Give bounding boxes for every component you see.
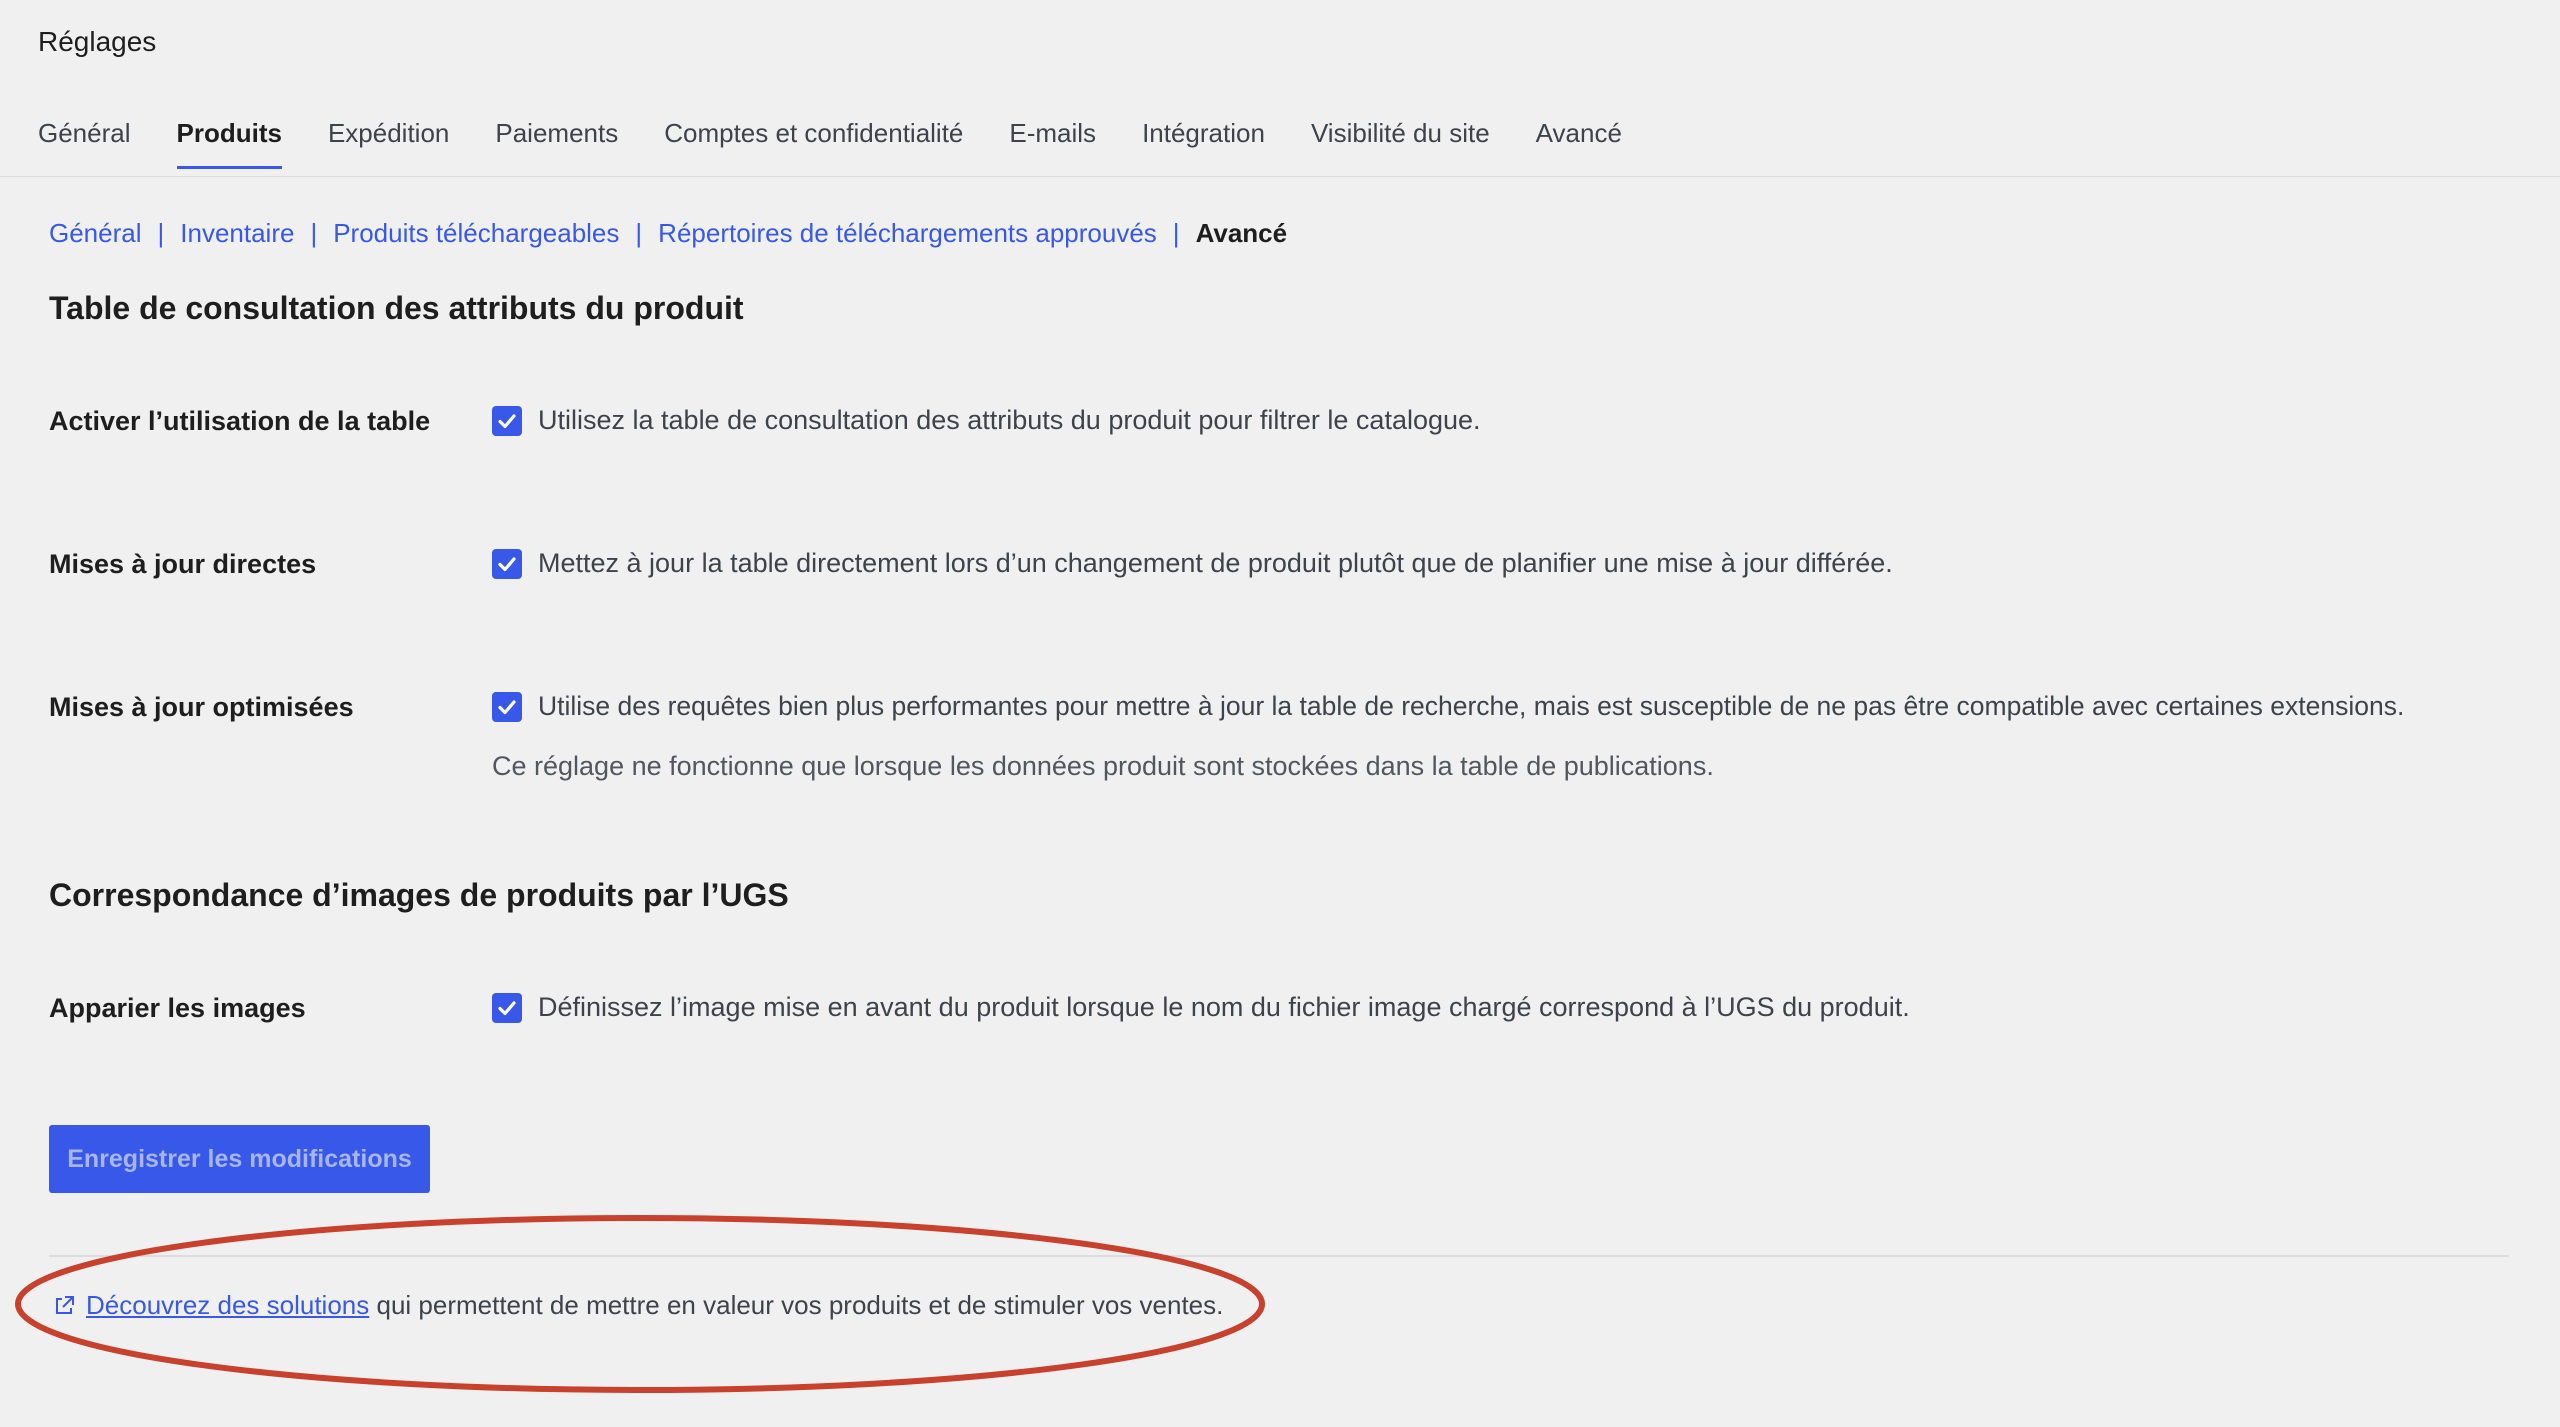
subnav-separator: | bbox=[310, 218, 318, 248]
tab-produits[interactable]: Produits bbox=[176, 118, 283, 169]
match-images-checkbox[interactable] bbox=[492, 992, 522, 1023]
subnav-link-repertoires[interactable]: Répertoires de téléchargements approuvés bbox=[658, 218, 1157, 249]
subnav: Général | Inventaire | Produits téléchar… bbox=[49, 218, 1287, 249]
tab-integration[interactable]: Intégration bbox=[1142, 118, 1265, 169]
subnav-separator: | bbox=[1172, 218, 1180, 248]
option-optimized-updates: Utilise des requêtes bien plus performan… bbox=[492, 691, 2404, 722]
subnav-current: Avancé bbox=[1195, 218, 1288, 248]
section-title-images: Correspondance d’images de produits par … bbox=[49, 877, 789, 913]
subnav-separator: | bbox=[635, 218, 643, 248]
save-changes-button[interactable]: Enregistrer les modifications bbox=[49, 1125, 430, 1193]
option-match-images: Définissez l’image mise en avant du prod… bbox=[492, 992, 1910, 1023]
footer-promo: Découvrez des solutions qui permettent d… bbox=[52, 1290, 1223, 1321]
subnav-link-telechargeables[interactable]: Produits téléchargeables bbox=[333, 218, 619, 249]
main-tabs: Général Produits Expédition Paiements Co… bbox=[38, 118, 1668, 169]
tabs-divider bbox=[0, 176, 2560, 177]
tab-general[interactable]: Général bbox=[38, 118, 131, 169]
tab-avance[interactable]: Avancé bbox=[1536, 118, 1622, 169]
checkmark-icon bbox=[498, 699, 516, 714]
discover-solutions-link[interactable]: Découvrez des solutions bbox=[86, 1290, 369, 1321]
enable-table-checkbox[interactable] bbox=[492, 405, 522, 436]
settings-page: Réglages Général Produits Expédition Pai… bbox=[0, 0, 2560, 1427]
tab-visibilite[interactable]: Visibilité du site bbox=[1311, 118, 1490, 169]
subnav-link-inventaire[interactable]: Inventaire bbox=[180, 218, 294, 249]
row-label-enable-table: Activer l’utilisation de la table bbox=[49, 406, 431, 436]
tab-emails[interactable]: E-mails bbox=[1009, 118, 1096, 169]
row-label-direct-updates: Mises à jour directes bbox=[49, 549, 317, 579]
tab-comptes[interactable]: Comptes et confidentialité bbox=[664, 118, 963, 169]
checkmark-icon bbox=[498, 413, 516, 428]
option-text: Utilisez la table de consultation des at… bbox=[538, 405, 1481, 435]
optimized-updates-description: Ce réglage ne fonctionne que lorsque les… bbox=[492, 751, 1714, 781]
row-label-match-images: Apparier les images bbox=[49, 993, 306, 1023]
option-text: Mettez à jour la table directement lors … bbox=[538, 548, 1893, 578]
footer-text: qui permettent de mettre en valeur vos p… bbox=[369, 1290, 1224, 1320]
option-direct-updates: Mettez à jour la table directement lors … bbox=[492, 548, 1893, 579]
section-title-lookup: Table de consultation des attributs du p… bbox=[49, 290, 744, 326]
option-enable-table: Utilisez la table de consultation des at… bbox=[492, 405, 1481, 436]
subnav-link-general[interactable]: Général bbox=[49, 218, 142, 249]
option-text: Définissez l’image mise en avant du prod… bbox=[538, 992, 1910, 1022]
external-link-icon bbox=[52, 1294, 76, 1318]
option-text: Utilise des requêtes bien plus performan… bbox=[538, 691, 2405, 721]
direct-updates-checkbox[interactable] bbox=[492, 548, 522, 579]
footer-divider bbox=[49, 1255, 2509, 1257]
optimized-updates-checkbox[interactable] bbox=[492, 691, 522, 722]
checkmark-icon bbox=[498, 556, 516, 571]
row-label-optimized-updates: Mises à jour optimisées bbox=[49, 692, 354, 722]
subnav-separator: | bbox=[157, 218, 165, 248]
tab-expedition[interactable]: Expédition bbox=[328, 118, 449, 169]
page-title: Réglages bbox=[38, 26, 157, 57]
checkmark-icon bbox=[498, 1000, 516, 1015]
tab-paiements[interactable]: Paiements bbox=[495, 118, 618, 169]
